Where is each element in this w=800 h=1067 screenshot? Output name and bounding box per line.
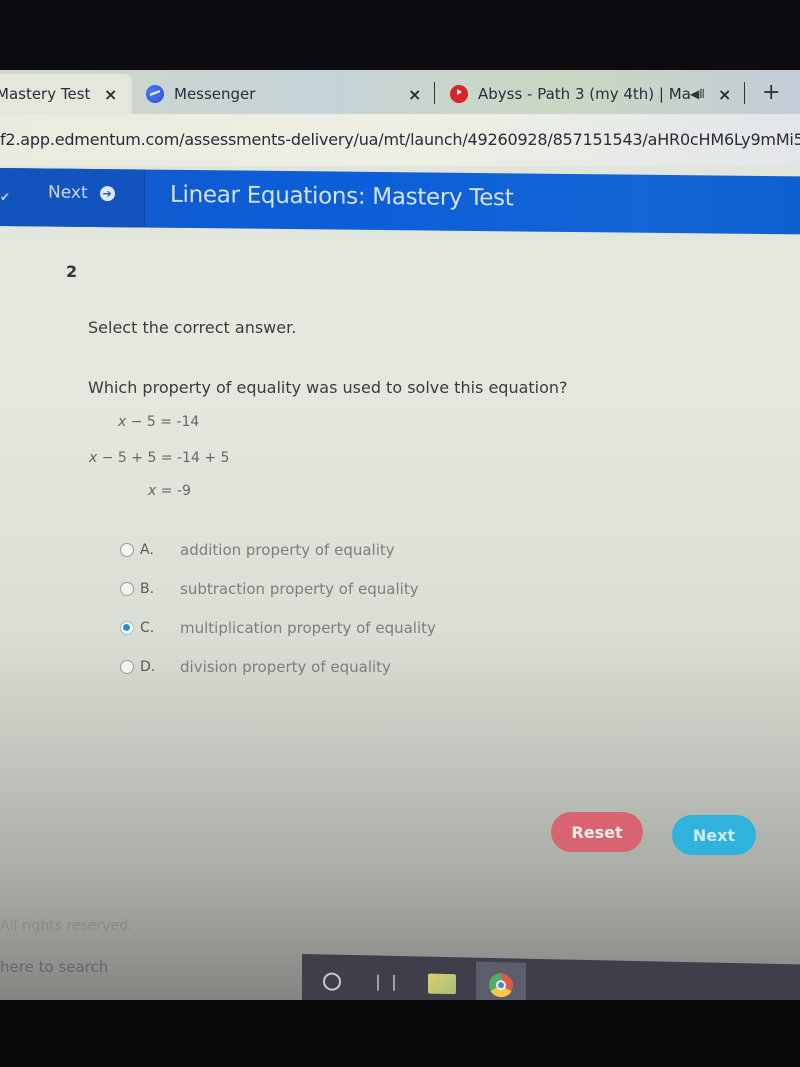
app-header: ✔ Next ➔ Linear Equations: Mastery Test bbox=[0, 168, 800, 235]
radio-button-selected[interactable] bbox=[120, 620, 134, 635]
option-letter: B. bbox=[140, 580, 155, 597]
close-icon[interactable]: × bbox=[408, 85, 421, 104]
monitor-bezel-bottom bbox=[0, 1000, 800, 1067]
file-explorer-icon bbox=[428, 973, 456, 995]
screen: Mastery Test × Messenger × Abyss - Path … bbox=[0, 70, 800, 1022]
copyright-text: All rights reserved. bbox=[0, 918, 133, 934]
url-text[interactable]: f2.app.edmentum.com/assessments-delivery… bbox=[0, 130, 800, 149]
option-a[interactable]: A. addition property of equality bbox=[120, 530, 436, 569]
header-next-label: Next bbox=[48, 182, 88, 203]
taskbar-task-view[interactable] bbox=[366, 965, 406, 1000]
question-prompt: Which property of equality was used to s… bbox=[88, 378, 568, 397]
option-text: subtraction property of equality bbox=[180, 579, 419, 598]
option-letter: D. bbox=[140, 658, 156, 675]
option-letter: A. bbox=[140, 541, 154, 558]
monitor-bezel-top bbox=[0, 0, 800, 72]
tab-strip: Mastery Test × Messenger × Abyss - Path … bbox=[0, 70, 800, 114]
check-icon: ✔ bbox=[0, 190, 11, 205]
option-text: addition property of equality bbox=[180, 540, 395, 559]
equation-expression: − 5 + 5 = -14 + 5 bbox=[97, 450, 230, 466]
task-view-icon bbox=[377, 974, 395, 991]
tab-separator bbox=[434, 82, 435, 104]
next-button[interactable]: Next bbox=[672, 815, 756, 855]
equation-line: x − 5 + 5 = -14 + 5 bbox=[89, 450, 229, 466]
cortana-icon bbox=[323, 972, 341, 991]
messenger-icon bbox=[146, 85, 164, 103]
tab-separator bbox=[744, 82, 745, 104]
equation-line: x = -9 bbox=[148, 483, 191, 499]
tab-label: Messenger bbox=[174, 85, 256, 103]
taskbar-file-explorer[interactable] bbox=[422, 967, 462, 1002]
youtube-icon bbox=[450, 85, 468, 103]
taskbar-cortana[interactable] bbox=[312, 964, 352, 999]
reset-button[interactable]: Reset bbox=[551, 812, 643, 852]
close-icon[interactable]: × bbox=[718, 85, 731, 104]
equation-expression: − 5 = -14 bbox=[126, 414, 200, 430]
tab-messenger[interactable]: Messenger × bbox=[146, 74, 431, 114]
equation-expression: = -9 bbox=[156, 483, 191, 499]
question-number: 2 bbox=[66, 262, 78, 281]
page-title: Linear Equations: Mastery Test bbox=[170, 181, 514, 212]
arrow-right-circle-icon: ➔ bbox=[99, 185, 115, 201]
tab-label: Abyss - Path 3 (my 4th) | Ma bbox=[478, 85, 691, 103]
header-nav: ✔ Next ➔ bbox=[0, 168, 145, 228]
tab-mastery-test[interactable]: Mastery Test × bbox=[0, 74, 132, 114]
radio-button[interactable] bbox=[120, 659, 134, 674]
address-bar[interactable]: f2.app.edmentum.com/assessments-delivery… bbox=[0, 114, 800, 166]
option-d[interactable]: D. division property of equality bbox=[120, 647, 436, 686]
equation-line: x − 5 = -14 bbox=[118, 414, 199, 430]
option-b[interactable]: B. subtraction property of equality bbox=[120, 569, 436, 608]
header-next-button[interactable]: Next ➔ bbox=[48, 183, 115, 204]
radio-button[interactable] bbox=[120, 581, 134, 596]
chrome-icon bbox=[489, 972, 513, 998]
tab-youtube[interactable]: Abyss - Path 3 (my 4th) | Ma ◀⦀ × bbox=[450, 74, 750, 114]
option-text: multiplication property of equality bbox=[180, 618, 436, 637]
option-c[interactable]: C. multiplication property of equality bbox=[120, 608, 436, 647]
answer-options: A. addition property of equality B. subt… bbox=[120, 530, 436, 686]
close-icon[interactable]: × bbox=[104, 85, 117, 104]
option-text: division property of equality bbox=[180, 657, 391, 676]
new-tab-button[interactable]: + bbox=[762, 80, 780, 105]
tab-label: Mastery Test bbox=[0, 85, 91, 103]
speaker-icon[interactable]: ◀⦀ bbox=[690, 87, 705, 102]
radio-button[interactable] bbox=[120, 542, 134, 557]
instruction-text: Select the correct answer. bbox=[88, 318, 297, 337]
option-letter: C. bbox=[140, 619, 155, 636]
taskbar-search-box[interactable]: here to search bbox=[0, 958, 108, 976]
